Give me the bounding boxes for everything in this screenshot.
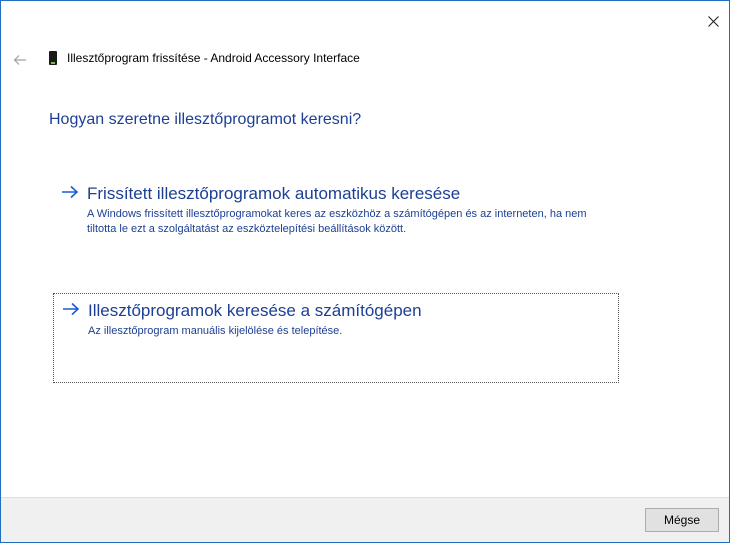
close-icon bbox=[707, 15, 719, 27]
browse-computer-title: Illesztőprogramok keresése a számítógépe… bbox=[88, 301, 422, 320]
dialog-title: Illesztőprogram frissítése - Android Acc… bbox=[49, 51, 360, 65]
cancel-button[interactable]: Mégse bbox=[645, 508, 719, 532]
back-button[interactable] bbox=[11, 51, 29, 69]
back-arrow-icon bbox=[13, 55, 26, 65]
device-icon bbox=[49, 51, 57, 65]
browse-computer-description: Az illesztőprogram manuális kijelölése é… bbox=[88, 325, 343, 337]
browse-computer-option[interactable]: Illesztőprogramok keresése a számítógépe… bbox=[53, 293, 619, 383]
right-arrow-icon bbox=[62, 302, 88, 321]
right-arrow-icon bbox=[61, 185, 87, 204]
dialog-footer: Mégse bbox=[1, 497, 729, 542]
dialog-title-text: Illesztőprogram frissítése - Android Acc… bbox=[67, 51, 360, 65]
dialog-window: Illesztőprogram frissítése - Android Acc… bbox=[0, 0, 730, 543]
page-heading: Hogyan szeretne illesztőprogramot keresn… bbox=[49, 111, 362, 128]
auto-search-option[interactable]: Frissített illesztőprogramok automatikus… bbox=[53, 177, 619, 267]
auto-search-title: Frissített illesztőprogramok automatikus… bbox=[87, 184, 461, 203]
auto-search-description: A Windows frissített illesztőprogramokat… bbox=[87, 208, 587, 235]
close-button[interactable] bbox=[699, 9, 727, 33]
